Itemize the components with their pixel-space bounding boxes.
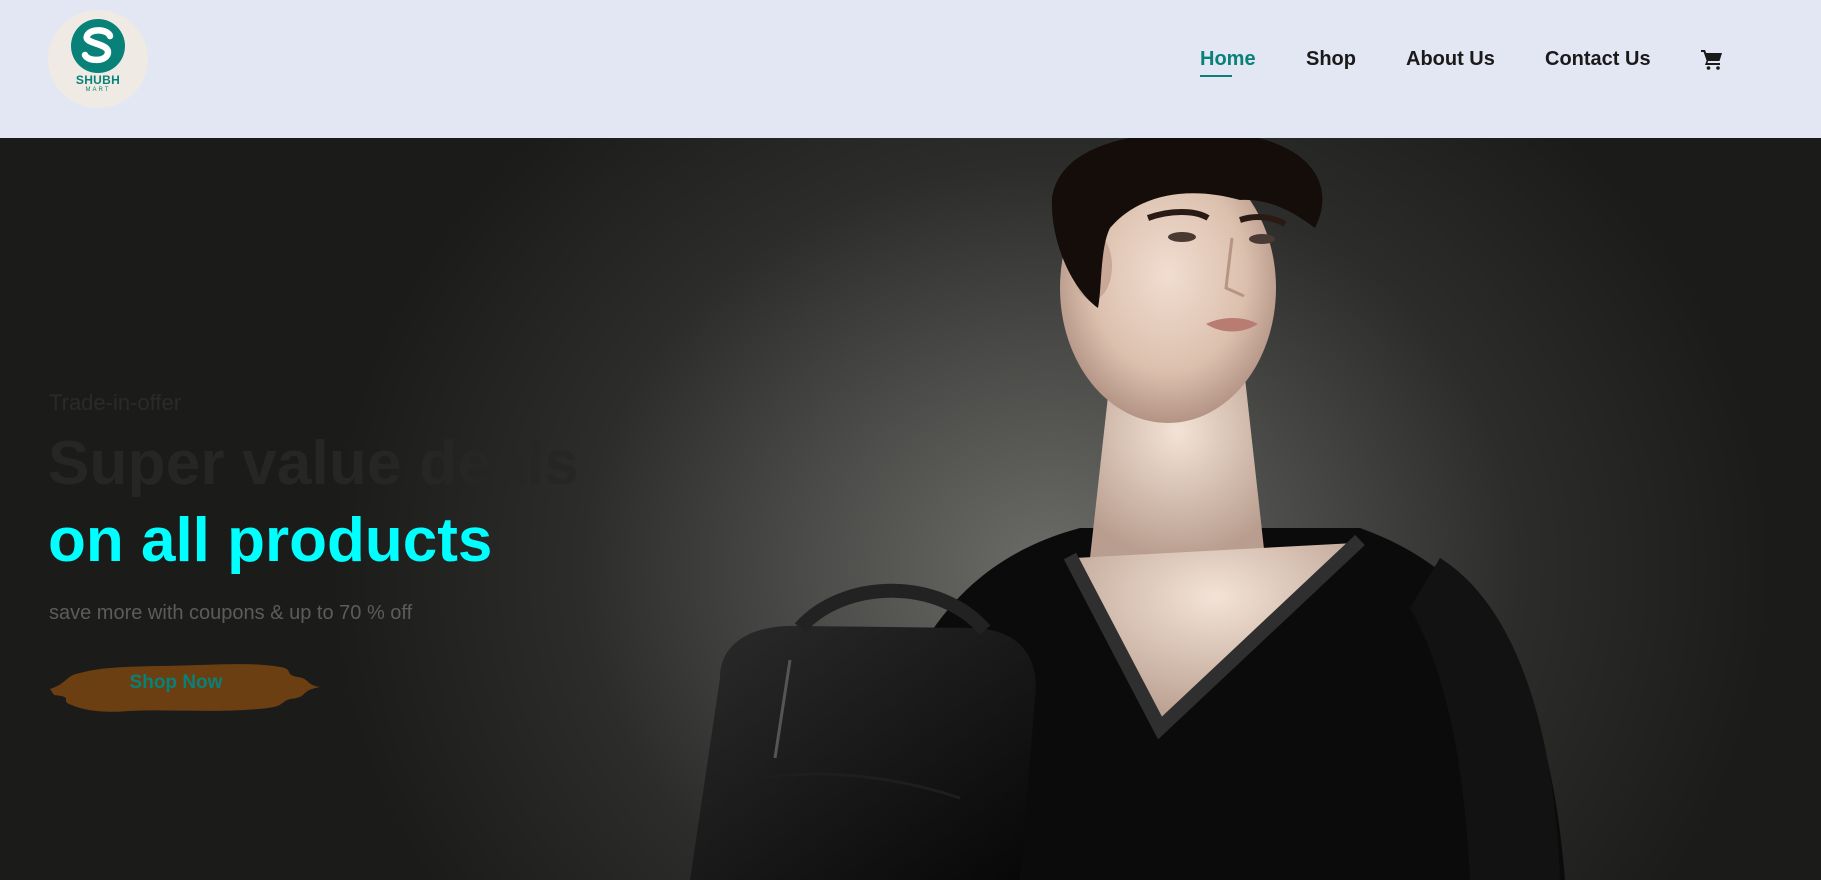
site-header: SHUBH MART Home Shop About Us Contact Us [0, 0, 1821, 138]
shopping-cart-icon [1701, 50, 1722, 70]
hero-banner: Trade-in-offer Super value deals on all … [0, 138, 1821, 880]
hero-offer-label: Trade-in-offer [49, 390, 182, 415]
main-nav: Home Shop About Us Contact Us [0, 48, 1821, 74]
nav-shop[interactable]: Shop [1306, 48, 1356, 71]
shop-now-button[interactable]: Shop Now [48, 653, 320, 713]
cart-icon[interactable] [1700, 47, 1724, 71]
logo-subtitle: MART [85, 87, 111, 93]
hero-headline-highlight: on all products [48, 506, 493, 575]
nav-contact-us[interactable]: Contact Us [1545, 48, 1651, 71]
shop-now-label: Shop Now [129, 672, 223, 693]
nav-about-us[interactable]: About Us [1406, 48, 1495, 71]
nav-active-underline [1200, 75, 1232, 77]
nav-home[interactable]: Home [1200, 48, 1256, 71]
hero-subtext: save more with coupons & up to 70 % off [49, 602, 413, 624]
hero-headline: Super value deals [48, 429, 579, 498]
logo-wordmark: SHUBH [75, 73, 121, 87]
